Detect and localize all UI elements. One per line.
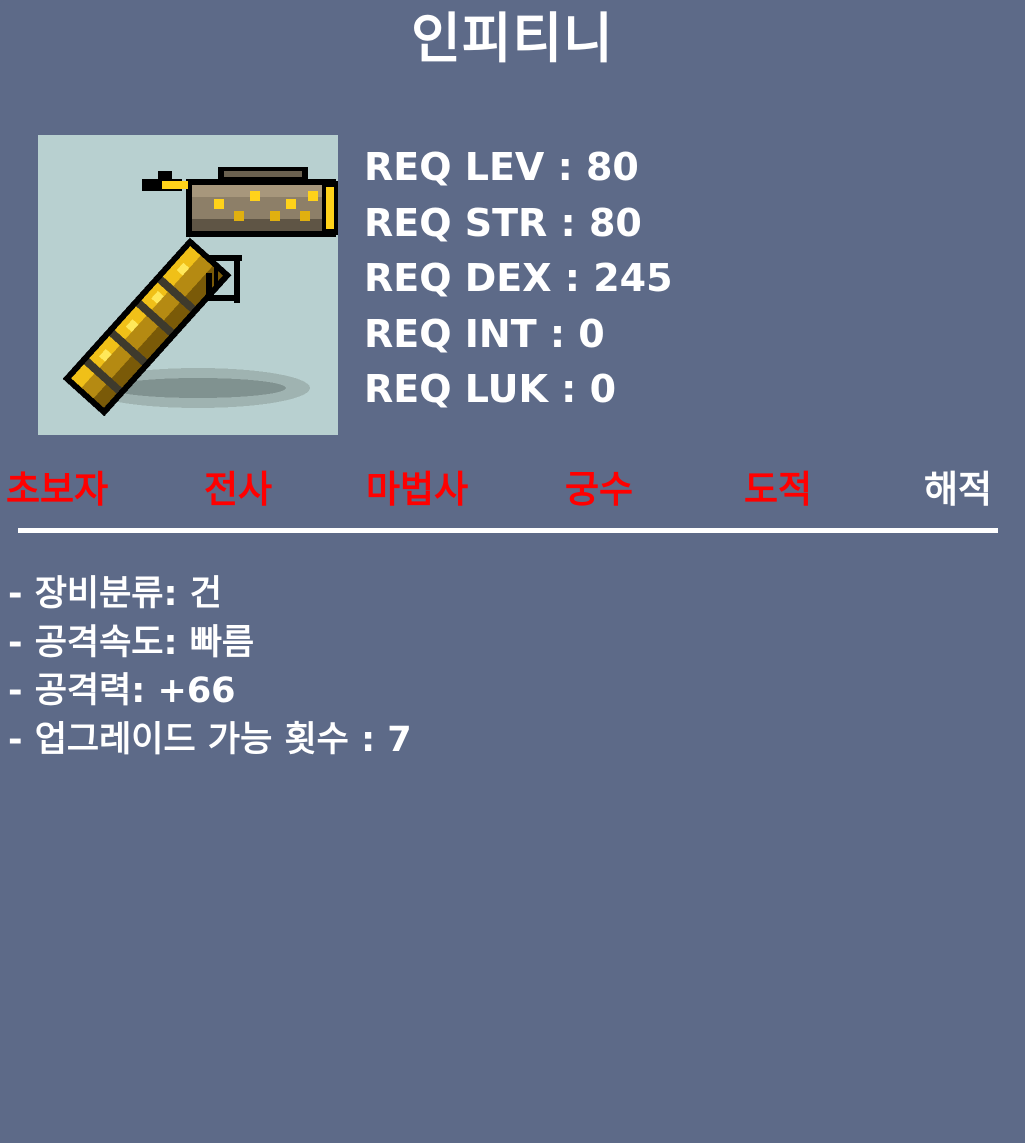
req-dex: REQ DEX : 245 (364, 256, 673, 300)
stat-category: - 장비분류: 건 (8, 574, 222, 614)
stat-attack-speed: - 공격속도: 빠름 (8, 622, 255, 663)
requirements-list: REQ LEV : 80 REQ STR : 80 REQ DEX : 245 … (364, 140, 673, 418)
job-pirate: 해적 (924, 468, 993, 511)
divider (18, 528, 998, 533)
stat-upgrade-slots: - 업그레이드 가능 횟수 : 7 (8, 719, 412, 760)
stat-attack-power: - 공격력: +66 (8, 671, 236, 711)
stats-list: - 장비분류: 건 - 공격속도: 빠름 - 공격력: +66 - 업그레이드 … (8, 570, 412, 764)
req-level: REQ LEV : 80 (364, 145, 639, 189)
job-magician: 마법사 (366, 468, 469, 511)
req-luk: REQ LUK : 0 (364, 367, 617, 411)
job-bowman: 궁수 (565, 468, 634, 511)
job-warrior: 전사 (204, 468, 273, 511)
job-beginner: 초보자 (6, 468, 109, 511)
golden-gun-icon (62, 167, 338, 417)
item-name: 인피티니 (411, 7, 614, 70)
job-thief: 도적 (744, 468, 813, 511)
job-list: 초보자 전사 마법사 궁수 도적 해적 (0, 464, 1025, 516)
req-str: REQ STR : 80 (364, 200, 642, 245)
item-tooltip: 인피티니 REQ LEV: 80 REQ STR: 80 REQ DEX:… (0, 0, 1025, 1143)
req-int: REQ INT : 0 (364, 311, 605, 356)
item-image (38, 135, 338, 435)
